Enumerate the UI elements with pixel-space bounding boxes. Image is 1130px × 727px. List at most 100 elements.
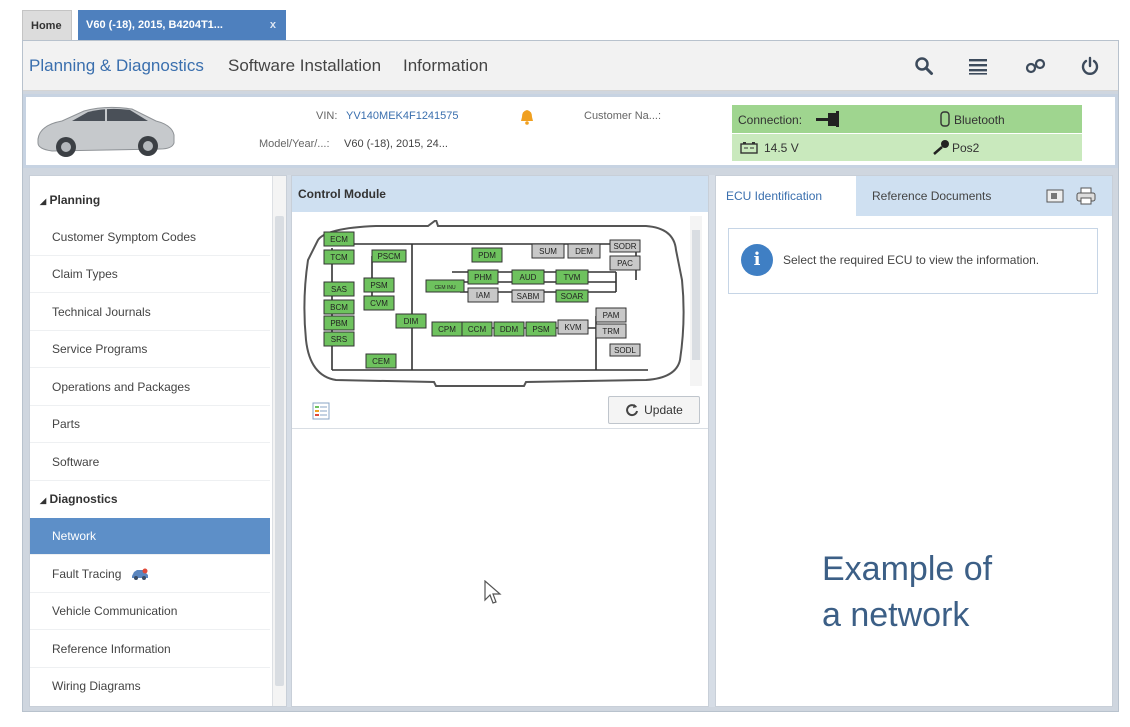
bluetooth-icon — [940, 111, 950, 127]
sidebar-item-reference-information[interactable]: Reference Information — [30, 631, 270, 668]
battery-icon — [740, 142, 758, 154]
search-icon[interactable] — [909, 51, 939, 81]
ecu-module-label: PSM — [370, 281, 388, 290]
ecu-module-label: SODL — [614, 346, 636, 355]
ignition-value: Pos2 — [952, 141, 980, 155]
app-frame: Planning & Diagnostics Software Installa… — [22, 40, 1119, 712]
sidebar-item-software[interactable]: Software — [30, 444, 270, 481]
scrollbar-thumb[interactable] — [692, 230, 700, 360]
plug-icon — [816, 111, 839, 127]
sidebar-item-customer-symptom-codes[interactable]: Customer Symptom Codes — [30, 219, 270, 256]
scrollbar-thumb[interactable] — [275, 216, 284, 686]
menu-planning-diagnostics[interactable]: Planning & Diagnostics — [29, 56, 204, 76]
ecu-tabs: ECU Identification Reference Documents — [716, 176, 1112, 216]
ecu-panel: ECU Identification Reference Documents i… — [715, 175, 1113, 707]
ecu-module-label: DIM — [404, 317, 419, 326]
sidebar: ◢ Planning Customer Symptom Codes Claim … — [29, 175, 287, 707]
sidebar-scrollbar[interactable] — [272, 176, 286, 706]
modules-layer: ECM TCM PSCM PDM SUM DEM SODR PAC SAS PSM CEM INU P… — [323, 231, 641, 369]
sidebar-item-fault-tracing[interactable]: Fault Tracing — [30, 556, 270, 593]
sidebar-item-label: Fault Tracing — [52, 567, 122, 581]
sidebar-heading-planning[interactable]: ◢ Planning — [30, 182, 275, 219]
ecu-module-label: PAC — [617, 259, 633, 268]
ecu-module-label: TCM — [330, 253, 348, 262]
info-message: i Select the required ECU to view the in… — [728, 228, 1098, 294]
connection-status: Connection: Bluetooth 14.5 V Pos2 — [732, 105, 1082, 161]
power-icon[interactable] — [1075, 51, 1105, 81]
menu-information[interactable]: Information — [403, 56, 488, 76]
ecu-module-label: TVM — [564, 273, 581, 282]
tab-vehicle[interactable]: V60 (-18), 2015, B4204T1... x — [78, 10, 286, 40]
tab-reference-documents[interactable]: Reference Documents — [862, 176, 1001, 216]
ecu-module-label: SOAR — [561, 292, 584, 301]
car-icon — [131, 568, 148, 581]
connection-row: Connection: Bluetooth — [732, 105, 1082, 133]
tab-strip: Home V60 (-18), 2015, B4204T1... x — [0, 0, 1130, 40]
control-module-title: Control Module — [292, 176, 708, 212]
network-diagram: ECM TCM PSCM PDM SUM DEM SODR PAC SAS PSM CEM INU P… — [303, 220, 685, 387]
model-value: V60 (-18), 2015, 24... — [344, 138, 448, 150]
update-button-label: Update — [644, 403, 683, 417]
ecu-module-label: CVM — [370, 299, 388, 308]
menu-bar: Planning & Diagnostics Software Installa… — [23, 41, 1118, 91]
sidebar-heading-diagnostics[interactable]: ◢ Diagnostics — [30, 481, 275, 518]
update-button[interactable]: Update — [608, 396, 700, 424]
vin-label: VIN: — [316, 110, 338, 122]
ecu-module-label: KVM — [564, 323, 582, 332]
sidebar-item-network[interactable]: Network — [30, 518, 270, 555]
ecu-module-label: CEM — [372, 357, 390, 366]
sidebar-item-vehicle-communication[interactable]: Vehicle Communication — [30, 593, 270, 630]
mouse-cursor-icon — [484, 580, 502, 604]
connection-icon[interactable] — [1021, 51, 1051, 81]
ecu-module-label: SRS — [331, 335, 347, 344]
ecu-module-label: SODR — [613, 242, 636, 251]
key-icon — [933, 140, 949, 155]
menu-software-installation[interactable]: Software Installation — [228, 56, 381, 76]
bluetooth-label: Bluetooth — [954, 113, 1005, 127]
ecu-module-label: BCM — [330, 303, 348, 312]
collapse-icon: ◢ — [40, 197, 47, 206]
diagram-scrollbar[interactable] — [690, 216, 702, 386]
customer-name-label: Customer Na...: — [584, 110, 662, 122]
tab-home[interactable]: Home — [22, 10, 72, 40]
model-label: Model/Year/...: — [259, 138, 330, 150]
control-module-panel: Control Module ECM TCM PSCM PDM SUM DEM SODR PA… — [291, 175, 709, 707]
sidebar-item-technical-journals[interactable]: Technical Journals — [30, 294, 270, 331]
sidebar-heading-label: Diagnostics — [49, 492, 118, 506]
ecu-module-label: CEM INU — [434, 285, 456, 291]
tab-ecu-identification[interactable]: ECU Identification — [716, 176, 856, 216]
caption-line-1: Example of — [822, 550, 993, 588]
ecu-module-label: SAS — [331, 285, 347, 294]
refresh-icon — [626, 404, 639, 417]
sidebar-item-service-programs[interactable]: Service Programs — [30, 331, 270, 368]
list-icon[interactable] — [963, 51, 993, 81]
ecu-module-label: PAM — [603, 311, 620, 320]
ecu-module-label: PSCM — [377, 252, 400, 261]
screenshot-icon[interactable] — [1046, 189, 1064, 203]
sidebar-item-operations-and-packages[interactable]: Operations and Packages — [30, 369, 270, 406]
ecu-module-label: SABM — [517, 292, 540, 301]
connection-label: Connection: — [738, 113, 803, 127]
car-image — [37, 106, 175, 157]
info-icon: i — [741, 244, 773, 276]
bell-icon[interactable] — [520, 109, 534, 125]
legend-icon[interactable] — [312, 402, 330, 420]
ecu-module-label: PDM — [478, 251, 496, 260]
sidebar-item-parts[interactable]: Parts — [30, 406, 270, 443]
ecu-module-label: CPM — [438, 325, 456, 334]
vin-value: YV140MEK4F1241575 — [346, 110, 459, 122]
tab-close-icon[interactable]: x — [270, 10, 276, 40]
ecu-module-label: CCM — [468, 325, 487, 334]
ecu-module-label: AUD — [520, 273, 537, 282]
sidebar-item-claim-types[interactable]: Claim Types — [30, 256, 270, 293]
tab-vehicle-label: V60 (-18), 2015, B4204T1... — [86, 19, 223, 31]
ecu-module-label: IAM — [476, 291, 491, 300]
sidebar-item-wiring-diagrams[interactable]: Wiring Diagrams — [30, 668, 270, 705]
ecu-module-label: SUM — [539, 247, 557, 256]
caption-line-2: a network — [822, 596, 970, 634]
ecu-module-label: PBM — [330, 319, 348, 328]
divider — [292, 428, 708, 429]
print-icon[interactable] — [1076, 187, 1096, 205]
ecu-module-label: DDM — [500, 325, 519, 334]
ecu-module-label: ECM — [330, 235, 348, 244]
